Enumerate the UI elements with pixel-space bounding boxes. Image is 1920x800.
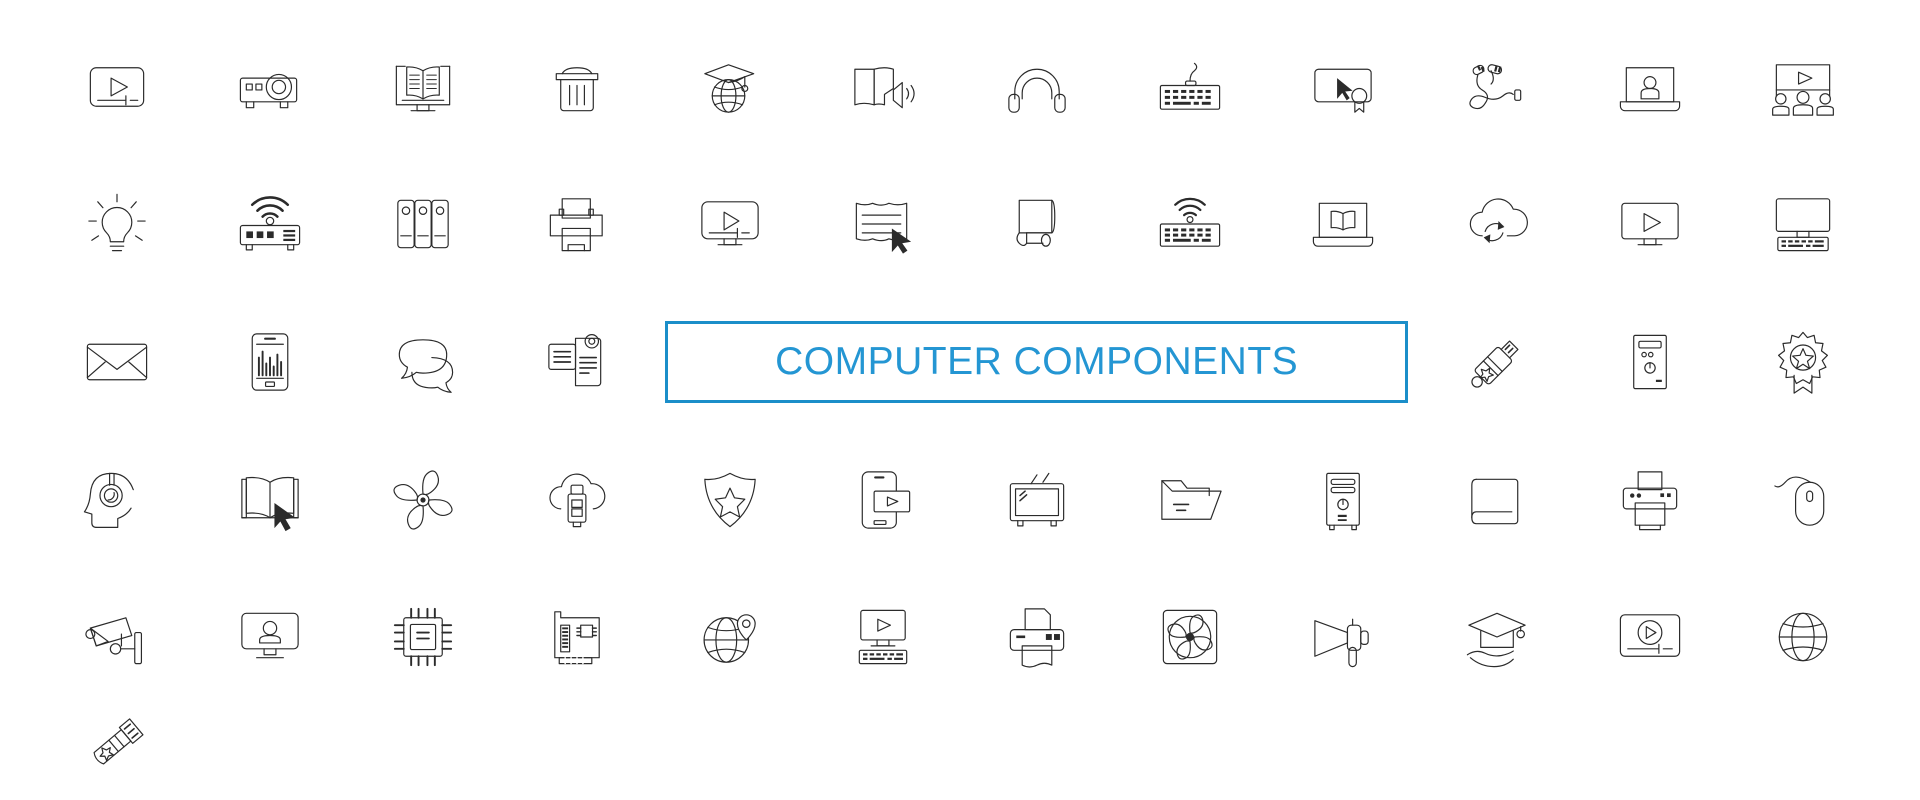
printer-paper-icon[interactable]: [1573, 431, 1726, 569]
cloud-usb-icon[interactable]: [500, 431, 653, 569]
retro-tv-icon[interactable]: [960, 431, 1113, 569]
book-bookmark-icon[interactable]: [960, 156, 1113, 294]
computer-mouse-icon[interactable]: [1727, 431, 1880, 569]
headphones-icon[interactable]: [960, 18, 1113, 156]
usb-flash-star-icon[interactable]: [1420, 293, 1573, 431]
case-fan-icon[interactable]: [1113, 568, 1266, 706]
closed-book-icon[interactable]: [1420, 431, 1573, 569]
head-headphones-icon[interactable]: [40, 431, 193, 569]
laptop-user-icon[interactable]: [1573, 18, 1726, 156]
globe-icon[interactable]: [1727, 568, 1880, 706]
document-cursor-icon[interactable]: [807, 156, 960, 294]
trash-bin-icon[interactable]: [500, 18, 653, 156]
monitor-user-icon[interactable]: [193, 568, 346, 706]
printer-output-icon[interactable]: [960, 568, 1113, 706]
open-book-cursor-icon[interactable]: [193, 431, 346, 569]
computer-tower-icon[interactable]: [1573, 293, 1726, 431]
icon-sheet: COMPUTER COMPONENTS: [0, 0, 1920, 800]
monitor-video-icon[interactable]: [653, 156, 806, 294]
pc-tower-power-icon[interactable]: [1267, 431, 1420, 569]
online-book-monitor-icon[interactable]: [347, 18, 500, 156]
projector-icon[interactable]: [193, 18, 346, 156]
wifi-router-icon[interactable]: [193, 156, 346, 294]
laptop-book-icon[interactable]: [1267, 156, 1420, 294]
cloud-sync-icon[interactable]: [1420, 156, 1573, 294]
wired-keyboard-icon[interactable]: [1113, 18, 1266, 156]
open-folder-icon[interactable]: [1113, 431, 1266, 569]
earphones-cable-icon[interactable]: [1420, 18, 1573, 156]
usb-tag-star-icon[interactable]: [40, 706, 193, 780]
megaphone-icon[interactable]: [1267, 568, 1420, 706]
printer-icon[interactable]: [500, 156, 653, 294]
cooling-fan-icon[interactable]: [347, 431, 500, 569]
tablet-chart-icon[interactable]: [193, 293, 346, 431]
globe-location-pin-icon[interactable]: [653, 568, 806, 706]
chat-bubbles-icon[interactable]: [347, 293, 500, 431]
light-bulb-icon[interactable]: [40, 156, 193, 294]
wireless-keyboard-icon[interactable]: [1113, 156, 1266, 294]
global-education-icon[interactable]: [653, 18, 806, 156]
envelope-mail-icon[interactable]: [40, 293, 193, 431]
audiobook-icon[interactable]: [807, 18, 960, 156]
mobile-video-icon[interactable]: [807, 431, 960, 569]
shield-star-icon[interactable]: [653, 431, 806, 569]
video-play-frame-icon[interactable]: [1573, 568, 1726, 706]
page-title: COMPUTER COMPONENTS: [775, 339, 1299, 383]
monitor-play-icon[interactable]: [1573, 156, 1726, 294]
security-camera-icon[interactable]: [40, 568, 193, 706]
documents-stack-icon[interactable]: [500, 293, 653, 431]
graphics-card-icon[interactable]: [500, 568, 653, 706]
cpu-chip-icon[interactable]: [347, 568, 500, 706]
desktop-keyboard-icon[interactable]: [1727, 156, 1880, 294]
presentation-audience-icon[interactable]: [1727, 18, 1880, 156]
binders-archive-icon[interactable]: [347, 156, 500, 294]
scholarship-hand-icon[interactable]: [1420, 568, 1573, 706]
award-badge-star-icon[interactable]: [1727, 293, 1880, 431]
video-player-icon[interactable]: [40, 18, 193, 156]
icon-grid: COMPUTER COMPONENTS: [40, 18, 1880, 780]
desktop-video-keyboard-icon[interactable]: [807, 568, 960, 706]
title-box: COMPUTER COMPONENTS: [665, 320, 1408, 403]
certificate-cursor-icon[interactable]: [1267, 18, 1420, 156]
